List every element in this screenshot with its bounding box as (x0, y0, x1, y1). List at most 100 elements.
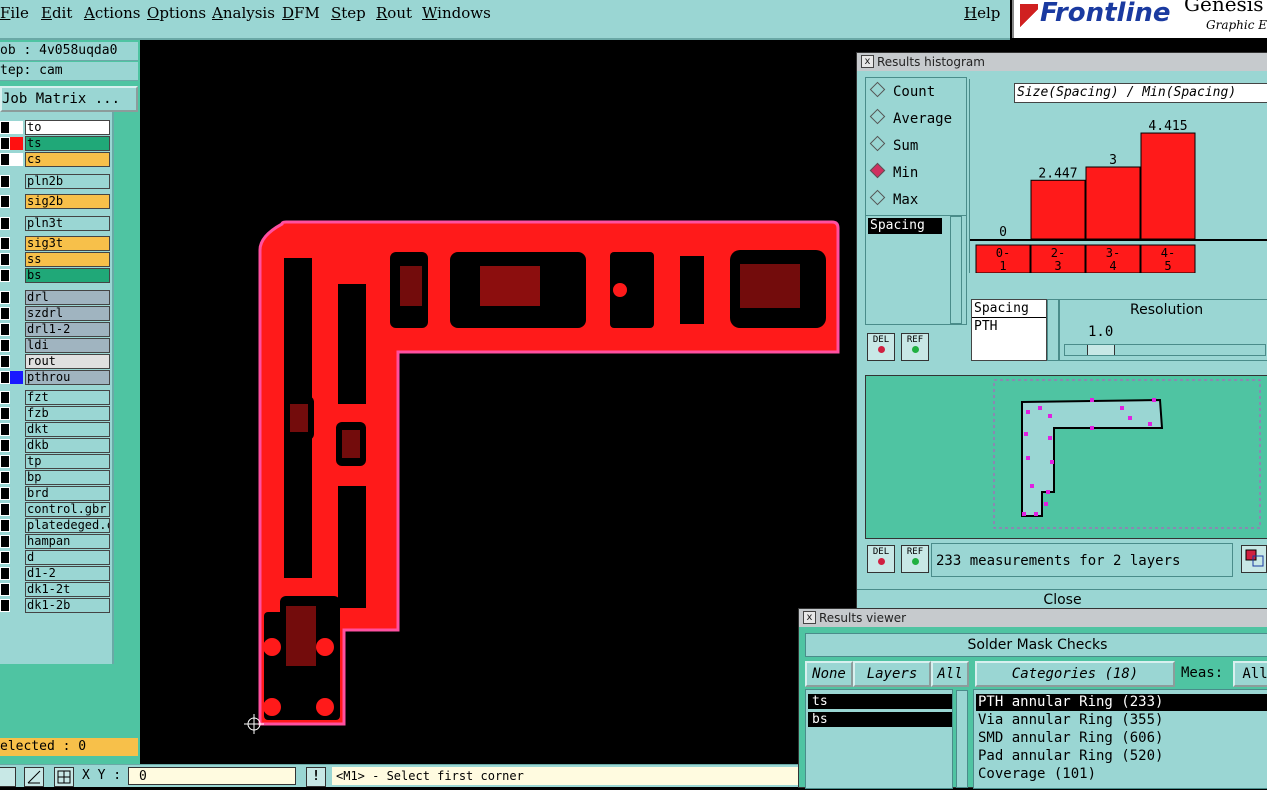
layer-checkbox[interactable] (0, 583, 10, 596)
layer-checkbox[interactable] (0, 455, 10, 468)
category-item-spacing[interactable]: Spacing (972, 300, 1046, 318)
layer-checkbox[interactable] (0, 471, 10, 484)
mode-radio-max[interactable]: Max (869, 189, 918, 210)
layer-row-bp[interactable]: bp (0, 470, 110, 485)
layer-row-drl[interactable]: drl (0, 290, 110, 305)
close-button[interactable]: Close (857, 589, 1267, 610)
layer-row-sig3t[interactable]: sig3t (0, 236, 110, 251)
layer-row-hampan[interactable]: hampan (0, 534, 110, 549)
histogram-bar[interactable] (1140, 132, 1196, 240)
meas-all-button[interactable]: All (1233, 661, 1267, 687)
viewer-layer-scrollbar[interactable] (956, 690, 968, 788)
categories-button[interactable]: Categories (18) (975, 661, 1175, 687)
histogram-bar[interactable] (1030, 179, 1086, 240)
job-matrix-button[interactable]: Job Matrix ... (0, 86, 138, 112)
layer-row-d[interactable]: d (0, 550, 110, 565)
layer-checkbox[interactable] (0, 195, 10, 208)
category-row[interactable]: Coverage (101) (976, 766, 1096, 783)
layer-row-dkb[interactable]: dkb (0, 438, 110, 453)
layer-checkbox[interactable] (0, 339, 10, 352)
layer-row-sig2b[interactable]: sig2b (0, 194, 110, 209)
chart-export-button[interactable] (1241, 545, 1267, 573)
layer-checkbox[interactable] (0, 503, 10, 516)
close-window-icon[interactable]: x (861, 55, 874, 68)
layer-checkbox[interactable] (0, 137, 10, 150)
layer-row-fzb[interactable]: fzb (0, 406, 110, 421)
layer-checkbox[interactable] (0, 487, 10, 500)
layer-checkbox[interactable] (0, 567, 10, 580)
layer-row-d1-2[interactable]: d1-2 (0, 566, 110, 581)
menu-windows[interactable]: Windows (422, 4, 491, 22)
layer-checkbox[interactable] (0, 391, 10, 404)
xy-coordinate-input[interactable]: 0 (128, 767, 296, 785)
ref-button[interactable]: REF (901, 333, 929, 361)
measure-tool-button[interactable] (24, 767, 44, 787)
layer-checkbox[interactable] (0, 323, 10, 336)
viewer-layer-ts[interactable]: ts (808, 694, 952, 709)
layer-row-cs[interactable]: cs (0, 152, 110, 167)
layer-checkbox[interactable] (0, 519, 10, 532)
layer-row-fzt[interactable]: fzt (0, 390, 110, 405)
menu-step[interactable]: Step (331, 4, 366, 22)
layer-checkbox[interactable] (0, 121, 10, 134)
layer-checkbox[interactable] (0, 307, 10, 320)
category-row[interactable]: Pad annular Ring (520) (976, 748, 1163, 765)
layer-row-bs[interactable]: bs (0, 268, 110, 283)
layers-none-button[interactable]: None (805, 661, 853, 687)
layer-row-dk1-2b[interactable]: dk1-2b (0, 598, 110, 613)
layer-checkbox[interactable] (0, 371, 10, 384)
layer-row-pthrou[interactable]: pthrou (0, 370, 110, 385)
del-button[interactable]: DEL (867, 333, 895, 361)
mode-radio-min[interactable]: Min (869, 162, 918, 183)
layer-row-platedeged-c[interactable]: platedeged.c (0, 518, 110, 533)
menu-file[interactable]: File (0, 4, 29, 22)
category-row[interactable]: Via annular Ring (355) (976, 712, 1163, 729)
preview-ref-button[interactable]: REF (901, 545, 929, 573)
layer-checkbox[interactable] (0, 423, 10, 436)
layer-checkbox[interactable] (0, 217, 10, 230)
menu-edit[interactable]: Edit (41, 4, 72, 22)
layer-checkbox[interactable] (0, 175, 10, 188)
layer-row-dkt[interactable]: dkt (0, 422, 110, 437)
measure-list-item[interactable]: Spacing (868, 218, 942, 234)
alert-button[interactable]: ! (306, 767, 326, 787)
category-list-scrollbar[interactable] (1047, 299, 1059, 361)
layer-checkbox[interactable] (0, 253, 10, 266)
layers-all-button[interactable]: All (931, 661, 969, 687)
layer-row-pln2b[interactable]: pln2b (0, 174, 110, 189)
layer-row-ldi[interactable]: ldi (0, 338, 110, 353)
category-item-pth[interactable]: PTH (972, 318, 1046, 335)
layer-checkbox[interactable] (0, 535, 10, 548)
measure-list-scrollbar[interactable] (950, 216, 962, 324)
layer-row-rout[interactable]: rout (0, 354, 110, 369)
menu-actions[interactable]: Actions (84, 4, 140, 22)
close-viewer-icon[interactable]: x (803, 611, 816, 624)
layer-row-brd[interactable]: brd (0, 486, 110, 501)
layer-row-szdrl[interactable]: szdrl (0, 306, 110, 321)
preview-del-button[interactable]: DEL (867, 545, 895, 573)
layer-checkbox[interactable] (0, 269, 10, 282)
layer-row-pln3t[interactable]: pln3t (0, 216, 110, 231)
viewer-layer-bs[interactable]: bs (808, 712, 952, 727)
layer-row-ss[interactable]: ss (0, 252, 110, 267)
layer-checkbox[interactable] (0, 153, 10, 166)
layer-row-ts[interactable]: ts (0, 136, 110, 151)
mode-radio-count[interactable]: Count (869, 81, 935, 102)
layer-row-dk1-2t[interactable]: dk1-2t (0, 582, 110, 597)
histogram-bar[interactable] (1085, 166, 1141, 240)
menu-options[interactable]: Options (147, 4, 206, 22)
layers-button[interactable]: Layers (853, 661, 931, 687)
layer-checkbox[interactable] (0, 599, 10, 612)
layer-row-control-gbr[interactable]: control.gbr (0, 502, 110, 517)
layer-checkbox[interactable] (0, 355, 10, 368)
layer-row-drl1-2[interactable]: drl1-2 (0, 322, 110, 337)
menu-rout[interactable]: Rout (376, 4, 412, 22)
layer-checkbox[interactable] (0, 291, 10, 304)
resolution-slider-thumb[interactable] (1087, 345, 1115, 355)
layer-checkbox[interactable] (0, 551, 10, 564)
graphics-canvas[interactable] (140, 40, 856, 764)
layout-preview[interactable] (865, 375, 1267, 539)
mode-radio-sum[interactable]: Sum (869, 135, 918, 156)
zoom-tool-button[interactable] (0, 767, 16, 787)
layer-checkbox[interactable] (0, 439, 10, 452)
